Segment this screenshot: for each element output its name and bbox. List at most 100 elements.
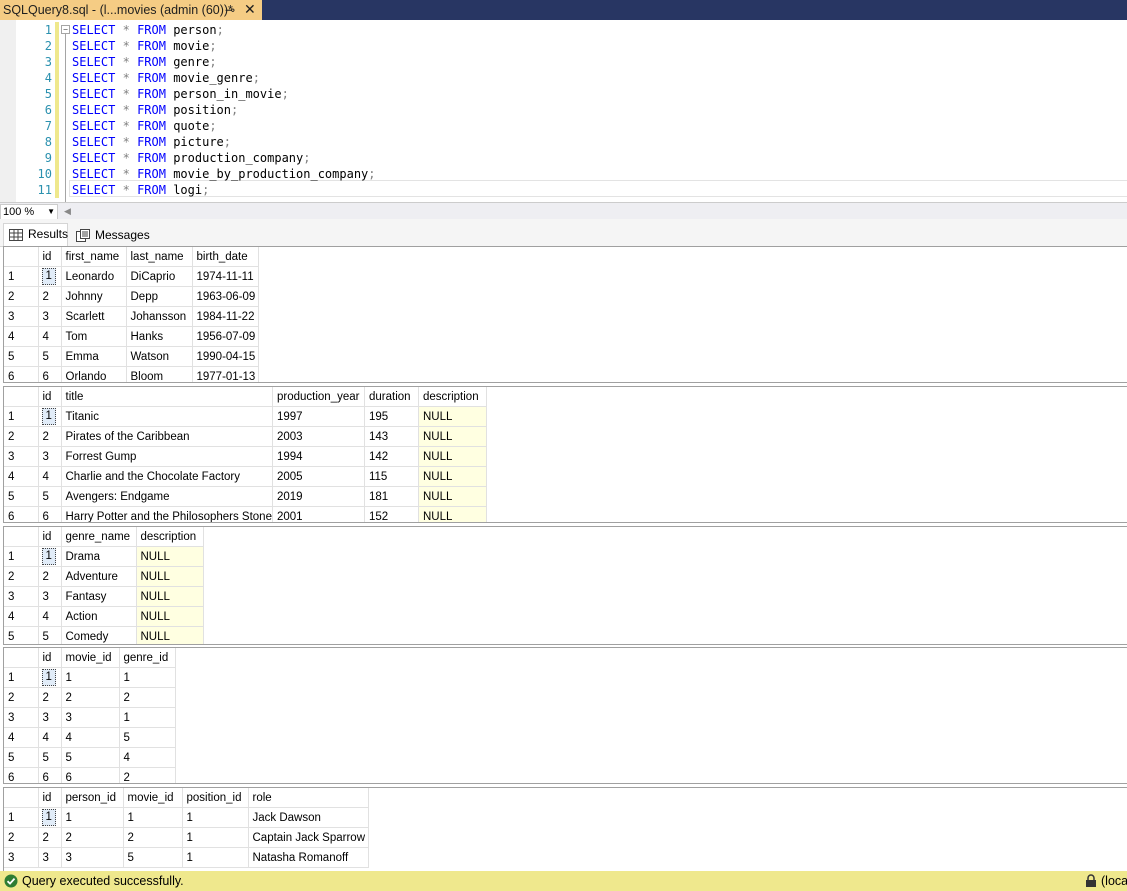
table-cell[interactable]: 3 [38,306,62,327]
table-cell[interactable]: Avengers: Endgame [61,486,273,507]
column-header[interactable]: id [38,648,62,668]
table-cell[interactable]: 2003 [272,426,365,447]
table-cell[interactable]: 1990-04-15 [192,346,259,367]
corner-cell[interactable] [4,247,39,267]
table-cell[interactable]: 1 [119,707,176,728]
column-header[interactable]: genre_id [119,648,176,668]
table-row[interactable]: 4 4 Tom Hanks 1956-07-09 [4,326,259,347]
table-cell[interactable]: 2 [38,286,62,307]
table-cell[interactable]: DiCaprio [126,266,193,287]
table-row[interactable]: 2 2 Johnny Depp 1963-06-09 [4,286,259,307]
null-cell[interactable]: NULL [136,566,204,587]
null-cell[interactable]: NULL [136,626,204,644]
null-cell[interactable]: NULL [418,426,487,447]
table-cell[interactable]: Charlie and the Chocolate Factory [61,466,273,487]
table-cell[interactable]: 5 [38,486,62,507]
table-cell[interactable]: Drama [61,546,137,567]
column-header[interactable]: duration [364,387,419,407]
table-cell[interactable]: 3 [61,707,120,728]
result-grid-movie[interactable]: id title production_year duration descriptio… [3,386,1127,523]
column-header[interactable]: id [38,387,62,407]
table-row[interactable]: 5 5 Avengers: Endgame 2019 181 NULL [4,486,487,507]
result-grid-person[interactable]: id first_name last_name birth_date 1 1 Leonard… [3,246,1127,383]
table-row[interactable]: 2 2 2 2 1 Captain Jack Sparrow [4,827,369,848]
column-header[interactable]: person_id [61,788,124,808]
table-row[interactable]: 1 1 Drama NULL [4,546,204,567]
table-cell[interactable]: 1963-06-09 [192,286,259,307]
column-header[interactable]: role [248,788,369,808]
column-header[interactable]: position_id [182,788,249,808]
table-cell[interactable]: 5 [119,727,176,748]
table-row[interactable]: 3 3 Fantasy NULL [4,586,204,607]
row-number[interactable]: 1 [4,667,39,688]
scroll-left-icon[interactable]: ◀ [64,206,71,217]
table-cell[interactable]: 2019 [272,486,365,507]
row-number[interactable]: 6 [4,506,39,522]
column-header[interactable]: movie_id [123,788,183,808]
column-header[interactable]: birth_date [192,247,259,267]
table-cell[interactable]: Depp [126,286,193,307]
result-grid-genre[interactable]: id genre_name description 1 1 Drama NULL 2 2 Adve… [3,526,1127,645]
table-cell[interactable]: Watson [126,346,193,367]
table-cell[interactable]: Titanic [61,406,273,427]
tab-results[interactable]: Results [3,223,68,247]
table-cell[interactable]: 181 [364,486,419,507]
table-cell[interactable]: 2 [38,687,62,708]
null-cell[interactable]: NULL [418,406,487,427]
row-number[interactable]: 2 [4,566,39,587]
table-cell[interactable]: 3 [38,847,62,868]
table-cell[interactable]: Tom [61,326,127,347]
table-cell[interactable]: Natasha Romanoff [248,847,369,868]
table-cell[interactable]: Leonardo [61,266,127,287]
column-header[interactable]: last_name [126,247,193,267]
null-cell[interactable]: NULL [418,446,487,467]
table-cell[interactable]: 4 [38,326,62,347]
row-number[interactable]: 3 [4,446,39,467]
column-header[interactable]: id [38,527,62,547]
collapse-icon[interactable]: − [61,25,70,34]
chevron-down-icon[interactable]: ▼ [47,205,55,219]
table-cell[interactable]: 143 [364,426,419,447]
table-row[interactable]: 1 1 Leonardo DiCaprio 1974-11-11 [4,266,259,287]
sql-editor[interactable]: − 1 SELECT * FROM person; 2 SELECT * FROM m… [0,20,1127,202]
table-cell[interactable]: 6 [38,506,62,522]
row-number[interactable]: 4 [4,606,39,627]
selected-cell[interactable]: 1 [38,546,62,567]
row-number[interactable]: 2 [4,426,39,447]
column-header[interactable]: description [136,527,204,547]
table-cell[interactable]: 2 [123,827,183,848]
row-number[interactable]: 4 [4,326,39,347]
table-cell[interactable]: 3 [38,707,62,728]
table-row[interactable]: 6 6 Orlando Bloom 1977-01-13 [4,366,259,382]
table-row[interactable]: 2222 [4,687,176,708]
table-cell[interactable]: 1 [61,667,120,688]
table-row[interactable]: 1 1 Titanic 1997 195 NULL [4,406,487,427]
selected-cell[interactable]: 1 [38,266,62,287]
table-cell[interactable]: Johnny [61,286,127,307]
table-cell[interactable]: Adventure [61,566,137,587]
code-line[interactable]: SELECT * FROM person_in_movie; [72,86,289,102]
table-cell[interactable]: 115 [364,466,419,487]
table-cell[interactable]: 2005 [272,466,365,487]
row-number[interactable]: 3 [4,306,39,327]
table-cell[interactable]: 4 [119,747,176,768]
row-number[interactable]: 6 [4,366,39,382]
row-number[interactable]: 1 [4,266,39,287]
table-cell[interactable]: Emma [61,346,127,367]
code-line[interactable]: SELECT * FROM movie; [72,38,217,54]
corner-cell[interactable] [4,788,39,808]
result-grid-person-in-movie[interactable]: id person_id movie_id position_id role 1 1 1 1 1 J… [3,787,1127,872]
row-number[interactable]: 1 [4,546,39,567]
code-line[interactable]: SELECT * FROM genre; [72,54,217,70]
corner-cell[interactable] [4,387,39,407]
row-number[interactable]: 2 [4,827,39,848]
selected-cell[interactable]: 1 [38,807,62,828]
code-line[interactable]: SELECT * FROM picture; [72,134,231,150]
table-row[interactable]: 6 6 Harry Potter and the Philosophers Ston… [4,506,487,522]
row-number[interactable]: 5 [4,346,39,367]
table-row[interactable]: 3331 [4,707,176,728]
table-cell[interactable]: Orlando [61,366,127,382]
table-row[interactable]: 3 3 Forrest Gump 1994 142 NULL [4,446,487,467]
table-cell[interactable]: 5 [38,346,62,367]
row-number[interactable]: 5 [4,486,39,507]
